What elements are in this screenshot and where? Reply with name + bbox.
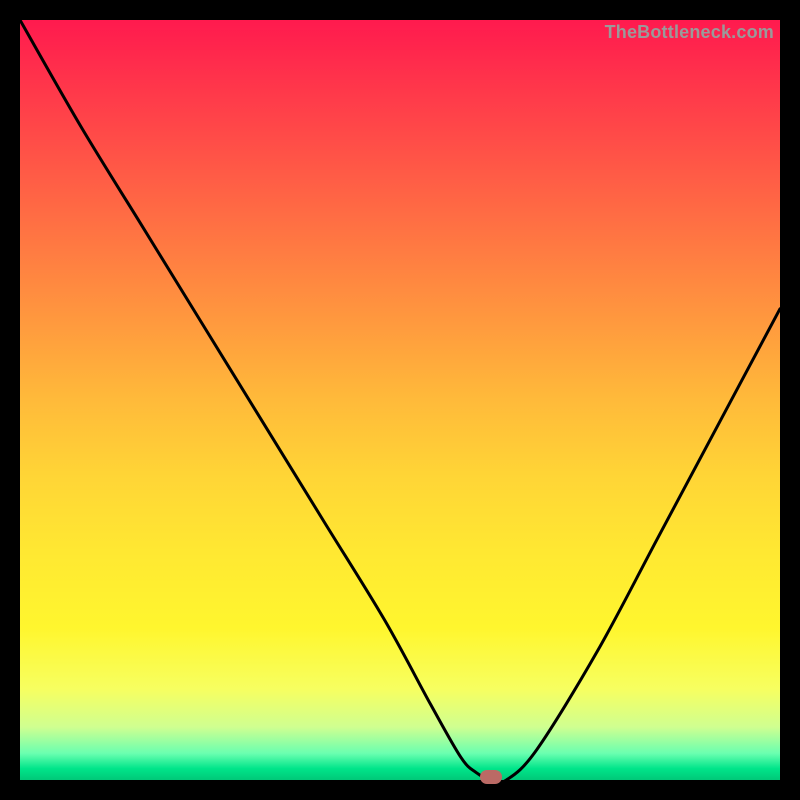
chart-frame: TheBottleneck.com bbox=[0, 0, 800, 800]
plot-area: TheBottleneck.com bbox=[20, 20, 780, 780]
bottleneck-curve bbox=[20, 20, 780, 780]
optimum-marker bbox=[480, 770, 502, 784]
curve-path bbox=[20, 20, 780, 783]
